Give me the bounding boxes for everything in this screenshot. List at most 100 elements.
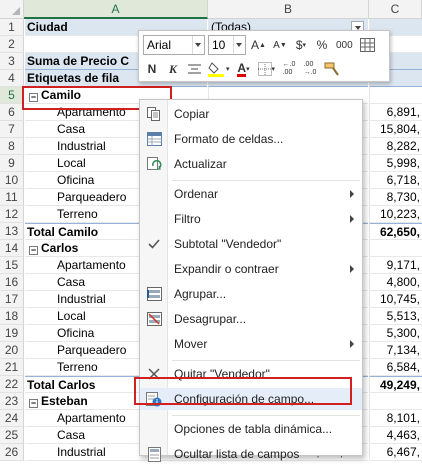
row-number[interactable]: 8: [0, 138, 24, 155]
row-number[interactable]: 7: [0, 121, 24, 138]
cell-c[interactable]: 9,171,: [369, 257, 422, 274]
column-header-c[interactable]: C: [369, 0, 422, 19]
collapse-icon[interactable]: −: [29, 399, 38, 408]
row-number[interactable]: 26: [0, 444, 24, 461]
menu-item-agrupar[interactable]: Agrupar...: [140, 283, 362, 305]
cell-c[interactable]: 6,584,: [369, 359, 422, 376]
chevron-down-icon: [233, 36, 245, 54]
increase-decimal-button[interactable]: ←.0 .00: [280, 59, 298, 79]
row-number[interactable]: 2: [0, 36, 24, 53]
row-number[interactable]: 10: [0, 172, 24, 189]
cell-c[interactable]: 15,804,: [369, 121, 422, 138]
cell-c[interactable]: 8,101,: [369, 410, 422, 427]
column-header-a[interactable]: A: [24, 0, 208, 19]
cell-c[interactable]: 4,800,: [369, 274, 422, 291]
font-name-dropdown[interactable]: Arial: [143, 35, 205, 55]
row-number[interactable]: 15: [0, 257, 24, 274]
field-list-icon: [146, 446, 162, 462]
format-painter-button[interactable]: [322, 59, 342, 79]
cell-c[interactable]: 10,223,: [369, 206, 422, 223]
row-number[interactable]: 4: [0, 70, 24, 87]
menu-separator: [172, 360, 360, 361]
row-number[interactable]: 19: [0, 325, 24, 342]
menu-item-expandir-o-contraer[interactable]: Expandir o contraer: [140, 258, 362, 280]
copy-icon: [146, 106, 162, 122]
menu-item-opciones-de-tabla-dinamica[interactable]: Opciones de tabla dinámica...: [140, 418, 362, 440]
menu-item-label: Expandir o contraer: [174, 262, 279, 276]
menu-item-mover[interactable]: Mover: [140, 333, 362, 355]
row-number[interactable]: 6: [0, 104, 24, 121]
currency-button[interactable]: $ ▾: [292, 35, 310, 55]
column-header-b[interactable]: B: [208, 0, 369, 19]
row-number[interactable]: 23: [0, 393, 24, 410]
menu-item-ocultar-lista-de-campos[interactable]: Ocultar lista de campos: [140, 443, 362, 464]
group-icon: [146, 286, 162, 302]
cell-c[interactable]: 6,467,: [369, 444, 422, 461]
shrink-font-button[interactable]: A ▼: [271, 35, 289, 55]
chevron-right-icon: [350, 265, 354, 273]
row-number[interactable]: 24: [0, 410, 24, 427]
thousands-separator-button[interactable]: 000: [334, 35, 355, 55]
menu-item-filtro[interactable]: Filtro: [140, 208, 362, 230]
cell-c[interactable]: 5,300,: [369, 325, 422, 342]
row-number[interactable]: 1: [0, 19, 24, 36]
select-all-corner[interactable]: [0, 0, 24, 19]
chevron-right-icon: [350, 340, 354, 348]
checkmark-icon: [146, 236, 162, 252]
menu-item-actualizar[interactable]: Actualizar: [140, 153, 362, 175]
percent-button[interactable]: %: [313, 35, 331, 55]
row-number[interactable]: 13: [0, 223, 24, 240]
grow-font-button[interactable]: A ▲: [249, 35, 268, 55]
font-color-button[interactable]: A ▾: [235, 59, 253, 79]
cell-c[interactable]: 62,650,: [369, 223, 422, 240]
row-number[interactable]: 5: [0, 87, 24, 104]
fill-color-button[interactable]: ▾: [206, 59, 232, 79]
borders-button[interactable]: ▾: [256, 59, 278, 79]
cell-c[interactable]: 4,463,: [369, 427, 422, 444]
row-number[interactable]: 22: [0, 376, 24, 393]
menu-item-copiar[interactable]: Copiar: [140, 103, 362, 125]
collapse-icon[interactable]: −: [29, 246, 38, 255]
row-number[interactable]: 16: [0, 274, 24, 291]
row-number[interactable]: 3: [0, 53, 24, 70]
currency-icon: $: [295, 38, 303, 52]
cell-c[interactable]: 5,998,: [369, 155, 422, 172]
grow-font-icon: A: [251, 38, 260, 52]
row-number[interactable]: 9: [0, 155, 24, 172]
decrease-decimal-button[interactable]: .00 →.0: [301, 59, 319, 79]
row-number[interactable]: 14: [0, 240, 24, 257]
row-number[interactable]: 20: [0, 342, 24, 359]
format-table-button[interactable]: [358, 35, 377, 55]
cell-c[interactable]: 49,249,: [369, 376, 422, 393]
row-number[interactable]: 17: [0, 291, 24, 308]
cell-c[interactable]: 10,745,: [369, 291, 422, 308]
row-number[interactable]: 12: [0, 206, 24, 223]
bold-button[interactable]: N: [143, 59, 161, 79]
cell-c[interactable]: 6,891,: [369, 104, 422, 121]
cell-c[interactable]: 8,282,: [369, 138, 422, 155]
menu-item-ordenar[interactable]: Ordenar: [140, 183, 362, 205]
menu-item-label: Mover: [174, 337, 208, 351]
row-number[interactable]: 18: [0, 308, 24, 325]
menu-item-desagrupar[interactable]: Desagrupar...: [140, 308, 362, 330]
row-number[interactable]: 11: [0, 189, 24, 206]
font-size-dropdown[interactable]: 10: [208, 35, 246, 55]
cell-c[interactable]: [369, 87, 422, 104]
cell-c[interactable]: 5,513,: [369, 308, 422, 325]
align-center-button[interactable]: [185, 59, 203, 79]
menu-item-subtotal-vendedor[interactable]: Subtotal "Vendedor": [140, 233, 362, 255]
row-number[interactable]: 25: [0, 427, 24, 444]
chevron-right-icon: [350, 215, 354, 223]
cell-c[interactable]: 6,718,: [369, 172, 422, 189]
menu-separator: [172, 415, 360, 416]
row-number[interactable]: 21: [0, 359, 24, 376]
cell-c[interactable]: [369, 240, 422, 257]
menu-item-formato-de-celdas[interactable]: Formato de celdas...: [140, 128, 362, 150]
paint-bucket-icon: [208, 62, 224, 77]
highlight-box-field-settings: [134, 377, 352, 405]
cell-c[interactable]: 7,134,: [369, 342, 422, 359]
cell-c[interactable]: [369, 393, 422, 410]
menu-item-label: Filtro: [174, 212, 201, 226]
italic-button[interactable]: K: [164, 59, 182, 79]
cell-c[interactable]: 8,730,: [369, 189, 422, 206]
